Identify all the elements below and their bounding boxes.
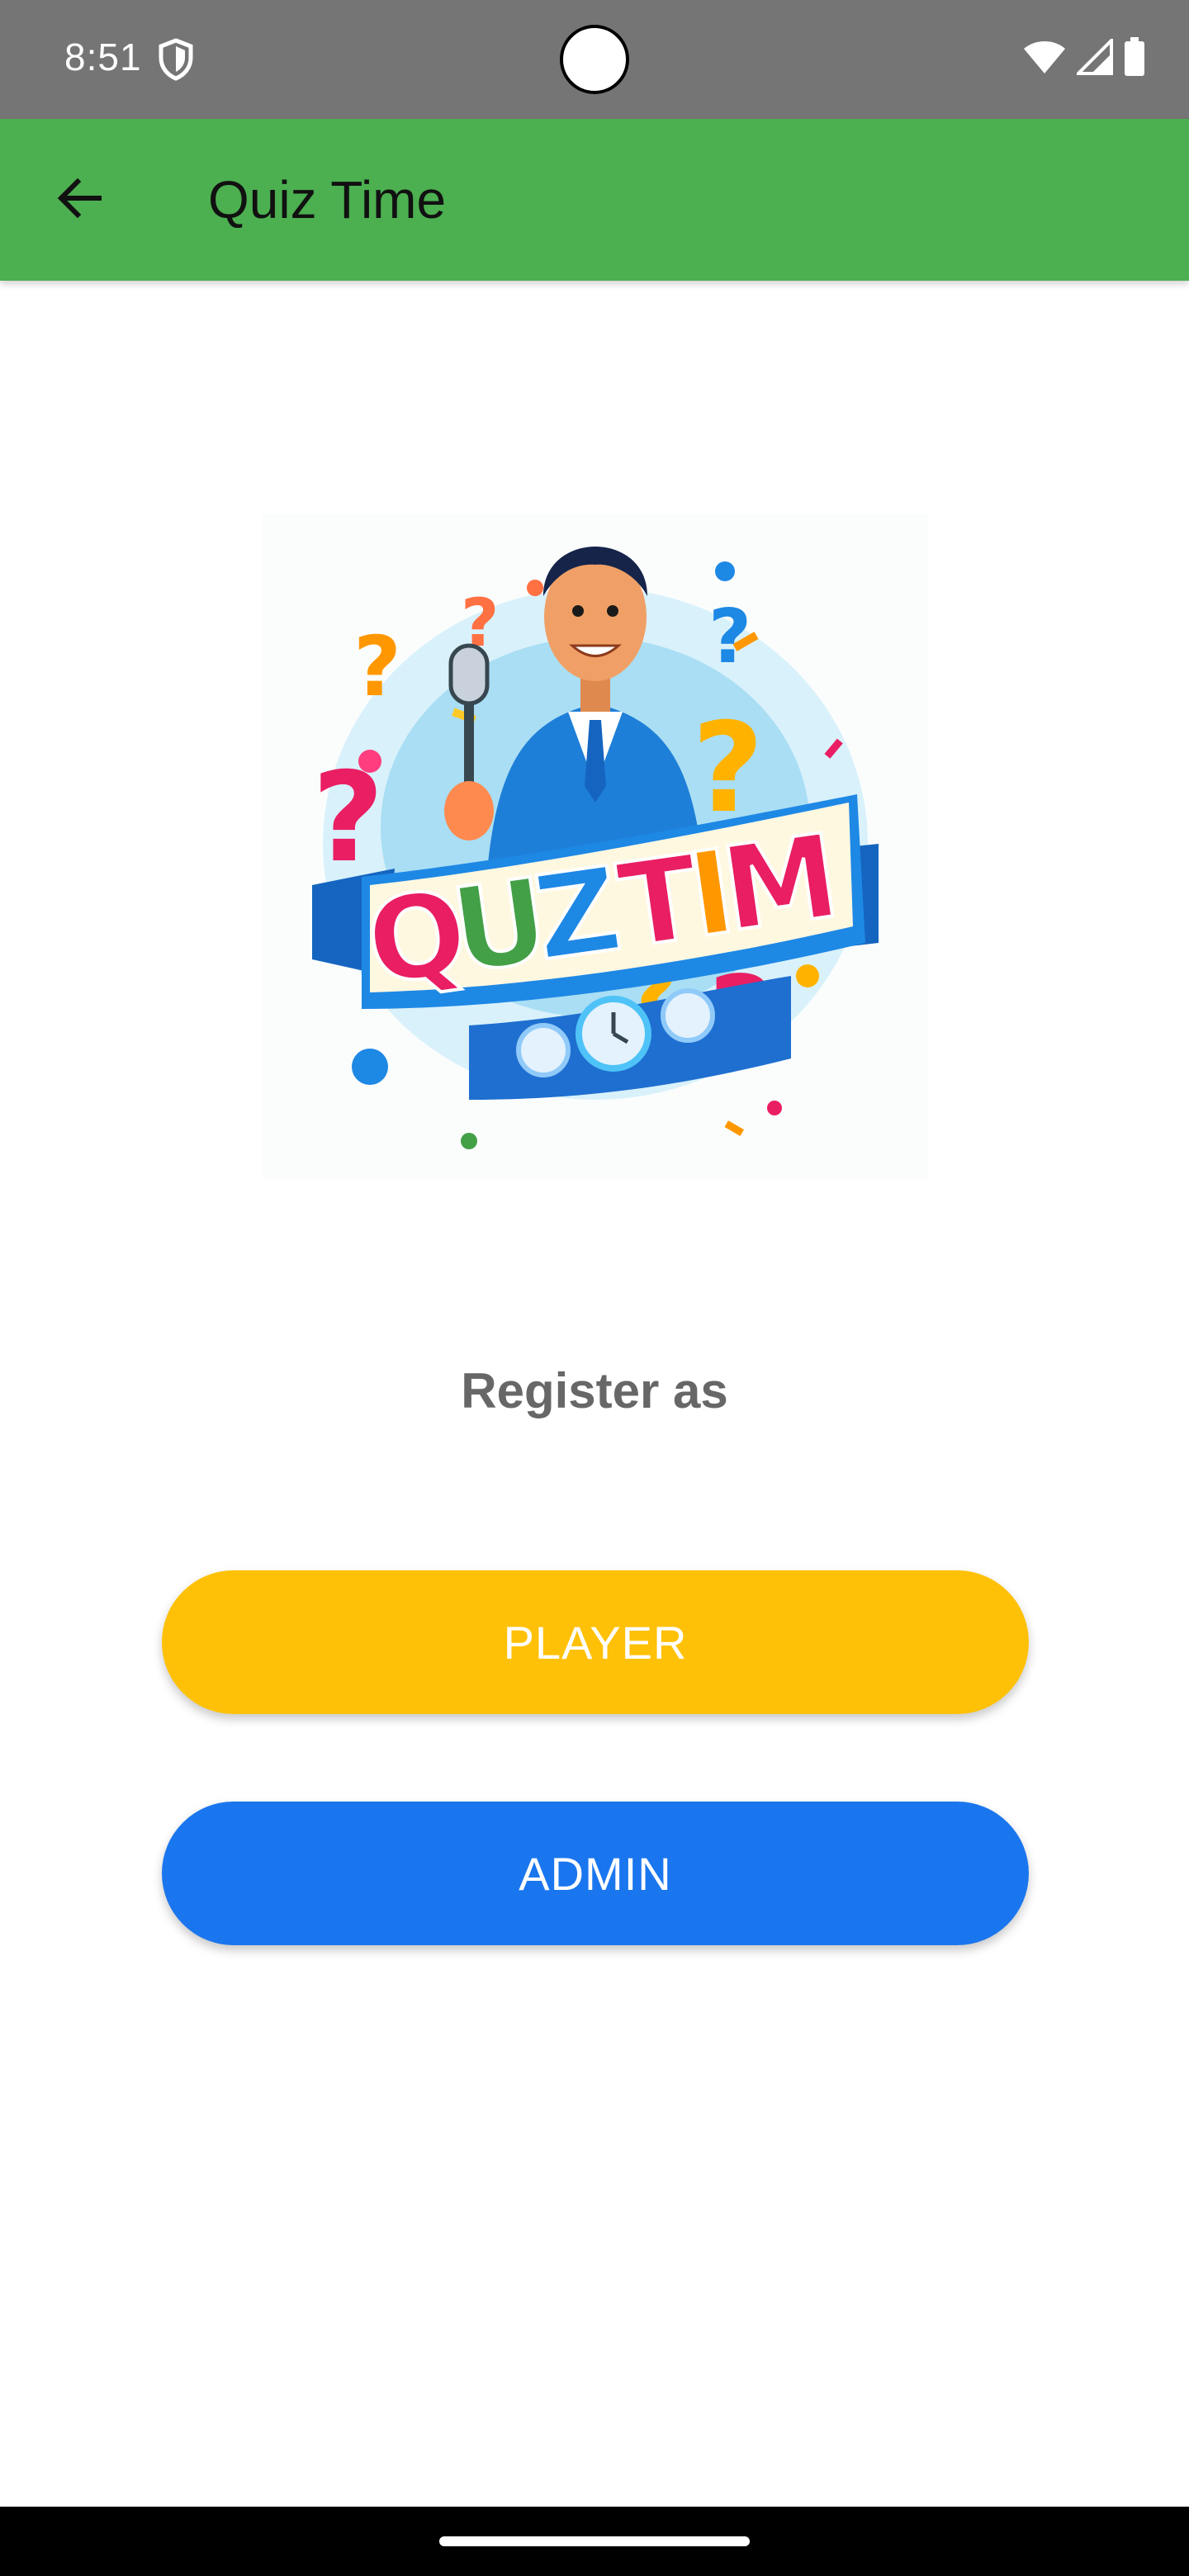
back-button[interactable]	[40, 160, 119, 239]
arrow-left-icon	[53, 172, 106, 229]
status-bar: 8:51	[0, 0, 1189, 119]
status-time: 8:51	[64, 36, 142, 78]
home-indicator[interactable]	[439, 2536, 750, 2546]
admin-button[interactable]: ADMIN	[162, 1802, 1029, 1945]
status-icons	[1022, 36, 1146, 81]
svg-text:?: ?	[353, 618, 401, 715]
shield-icon	[157, 38, 195, 81]
app-title: Quiz Time	[208, 170, 447, 230]
wifi-icon	[1022, 39, 1067, 79]
signal-icon	[1074, 36, 1113, 79]
svg-text:M: M	[714, 809, 847, 959]
camera-cutout	[560, 25, 629, 94]
battery-icon	[1123, 36, 1146, 81]
register-as-label: Register as	[461, 1363, 728, 1418]
quiz-time-logo: ? ? ? ? ? ? ?	[263, 514, 928, 1179]
svg-text:?: ?	[312, 746, 384, 890]
navigation-bar	[0, 2507, 1189, 2576]
svg-text:?: ?	[708, 594, 751, 680]
player-button[interactable]: PLAYER	[162, 1570, 1029, 1714]
app-bar: Quiz Time	[0, 119, 1189, 281]
screen: 8:51 Quiz Time ? ? ? ? ? ? Q U Z T I M R…	[0, 0, 1189, 2576]
